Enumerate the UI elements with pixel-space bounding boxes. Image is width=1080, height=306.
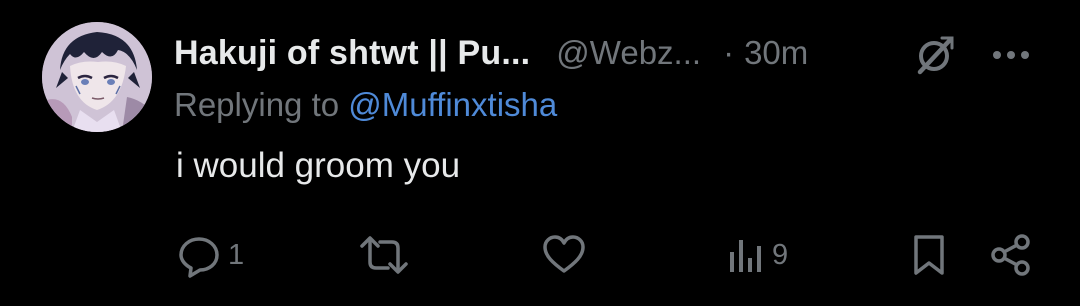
display-name[interactable]: Hakuji of shtwt || Pu... [174, 34, 530, 73]
action-bar: 1 9 [0, 225, 1080, 285]
replying-to: Replying to @Muffinxtisha [174, 86, 557, 124]
grok-icon[interactable] [912, 32, 958, 78]
reply-button[interactable]: 1 [176, 225, 244, 285]
share-button[interactable] [988, 225, 1034, 285]
tweet[interactable]: Hakuji of shtwt || Pu... @Webz... · 30m … [0, 0, 1080, 306]
reply-count: 1 [228, 238, 245, 271]
bookmark-button[interactable] [908, 225, 950, 285]
like-button[interactable] [541, 225, 593, 285]
avatar[interactable] [42, 22, 152, 132]
replying-prefix: Replying to [174, 86, 349, 123]
user-handle[interactable]: @Webz... [556, 34, 701, 72]
heart-icon [543, 235, 585, 273]
views-button[interactable]: 9 [726, 225, 788, 285]
separator-dot: · [723, 34, 735, 71]
timestamp[interactable]: 30m [744, 34, 808, 72]
more-icon[interactable] [988, 32, 1034, 78]
reply-icon [179, 237, 219, 278]
mention-link[interactable]: @Muffinxtisha [348, 86, 557, 123]
share-icon [991, 234, 1030, 276]
repost-icon [360, 236, 408, 274]
avatar-image [42, 22, 152, 132]
tweet-text: i would groom you [176, 146, 461, 185]
views-icon [730, 240, 761, 272]
bookmark-icon [914, 235, 944, 275]
repost-button[interactable] [358, 225, 416, 285]
views-count: 9 [772, 238, 789, 271]
